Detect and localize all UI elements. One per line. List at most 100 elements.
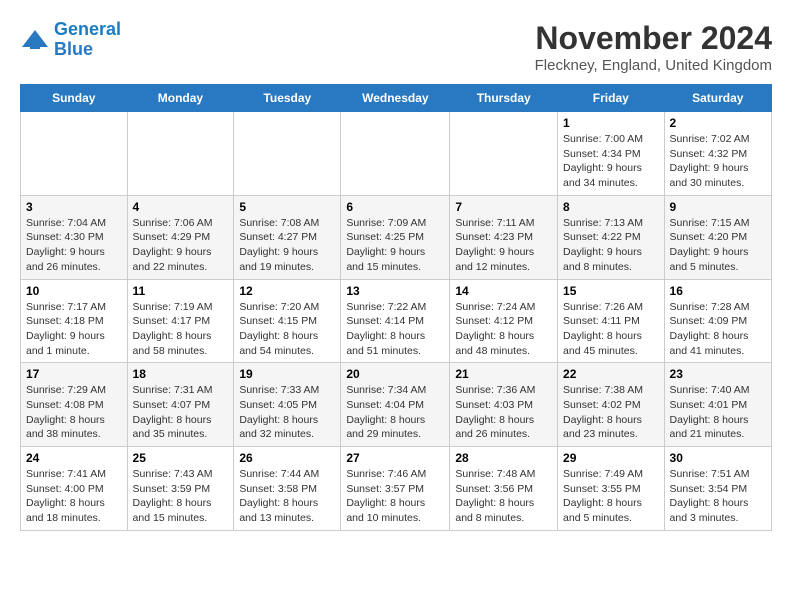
calendar-day-cell: 15Sunrise: 7:26 AM Sunset: 4:11 PM Dayli…	[558, 279, 665, 363]
calendar-week-row: 10 Sunrise: 7:17 AM Sunset: 4:18 PM Dayli…	[21, 279, 772, 363]
calendar-day-cell: 2 Sunrise: 7:02 AM Sunset: 4:32 PM Daylig…	[664, 112, 771, 196]
day-info: Sunrise: 7:48 AM Sunset: 3:56 PM Dayligh…	[455, 467, 552, 526]
calendar-day-cell: 24Sunrise: 7:41 AM Sunset: 4:00 PM Dayli…	[21, 447, 128, 531]
day-info: Sunrise: 7:36 AM Sunset: 4:03 PM Dayligh…	[455, 383, 552, 442]
calendar-day-cell: 26 Sunrise: 7:44 AM Sunset: 3:58 PM Dayli…	[234, 447, 341, 531]
calendar-day-cell: 7 Sunrise: 7:11 AM Sunset: 4:23 PM Daylig…	[450, 195, 558, 279]
day-number: 11	[133, 284, 229, 298]
day-number: 20	[346, 367, 444, 381]
day-info: Sunrise: 7:43 AM Sunset: 3:59 PM Dayligh…	[133, 467, 229, 526]
logo-icon	[20, 25, 50, 55]
calendar-day-cell: 28Sunrise: 7:48 AM Sunset: 3:56 PM Dayli…	[450, 447, 558, 531]
day-number: 27	[346, 451, 444, 465]
calendar-day-cell	[234, 112, 341, 196]
day-number: 5	[239, 200, 335, 214]
calendar-day-cell: 13Sunrise: 7:22 AM Sunset: 4:14 PM Dayli…	[341, 279, 450, 363]
day-info: Sunrise: 7:31 AM Sunset: 4:07 PM Dayligh…	[133, 383, 229, 442]
calendar-day-cell: 27 Sunrise: 7:46 AM Sunset: 3:57 PM Dayli…	[341, 447, 450, 531]
day-number: 2	[670, 116, 766, 130]
day-number: 12	[239, 284, 335, 298]
day-info: Sunrise: 7:13 AM Sunset: 4:22 PM Dayligh…	[563, 216, 659, 275]
day-number: 22	[563, 367, 659, 381]
day-number: 8	[563, 200, 659, 214]
day-info: Sunrise: 7:24 AM Sunset: 4:12 PM Dayligh…	[455, 300, 552, 359]
day-info: Sunrise: 7:51 AM Sunset: 3:54 PM Dayligh…	[670, 467, 766, 526]
calendar-day-cell: 19 Sunrise: 7:33 AM Sunset: 4:05 PM Dayli…	[234, 363, 341, 447]
day-info: Sunrise: 7:20 AM Sunset: 4:15 PM Dayligh…	[239, 300, 335, 359]
calendar-day-cell: 20 Sunrise: 7:34 AM Sunset: 4:04 PM Dayli…	[341, 363, 450, 447]
day-number: 10	[26, 284, 122, 298]
calendar-body: 1 Sunrise: 7:00 AM Sunset: 4:34 PM Daylig…	[21, 112, 772, 531]
calendar-day-cell: 21 Sunrise: 7:36 AM Sunset: 4:03 PM Dayli…	[450, 363, 558, 447]
calendar-header: SundayMondayTuesdayWednesdayThursdayFrid…	[21, 85, 772, 112]
day-info: Sunrise: 7:26 AM Sunset: 4:11 PM Dayligh…	[563, 300, 659, 359]
day-number: 21	[455, 367, 552, 381]
calendar-week-row: 24Sunrise: 7:41 AM Sunset: 4:00 PM Dayli…	[21, 447, 772, 531]
day-info: Sunrise: 7:34 AM Sunset: 4:04 PM Dayligh…	[346, 383, 444, 442]
calendar-day-cell: 23 Sunrise: 7:40 AM Sunset: 4:01 PM Dayli…	[664, 363, 771, 447]
day-info: Sunrise: 7:06 AM Sunset: 4:29 PM Dayligh…	[133, 216, 229, 275]
calendar-table: SundayMondayTuesdayWednesdayThursdayFrid…	[20, 84, 772, 531]
day-info: Sunrise: 7:09 AM Sunset: 4:25 PM Dayligh…	[346, 216, 444, 275]
day-number: 25	[133, 451, 229, 465]
day-info: Sunrise: 7:17 AM Sunset: 4:18 PM Dayligh…	[26, 300, 122, 359]
logo-line2: Blue	[54, 39, 93, 59]
weekday-header: Saturday	[664, 85, 771, 112]
calendar-day-cell: 11 Sunrise: 7:19 AM Sunset: 4:17 PM Dayli…	[127, 279, 234, 363]
day-info: Sunrise: 7:49 AM Sunset: 3:55 PM Dayligh…	[563, 467, 659, 526]
weekday-header: Tuesday	[234, 85, 341, 112]
weekday-header: Friday	[558, 85, 665, 112]
day-info: Sunrise: 7:29 AM Sunset: 4:08 PM Dayligh…	[26, 383, 122, 442]
day-info: Sunrise: 7:02 AM Sunset: 4:32 PM Dayligh…	[670, 132, 766, 191]
day-number: 26	[239, 451, 335, 465]
calendar-day-cell	[450, 112, 558, 196]
day-info: Sunrise: 7:46 AM Sunset: 3:57 PM Dayligh…	[346, 467, 444, 526]
calendar-day-cell: 10 Sunrise: 7:17 AM Sunset: 4:18 PM Dayli…	[21, 279, 128, 363]
day-info: Sunrise: 7:41 AM Sunset: 4:00 PM Dayligh…	[26, 467, 122, 526]
calendar-day-cell: 5 Sunrise: 7:08 AM Sunset: 4:27 PM Daylig…	[234, 195, 341, 279]
calendar-day-cell: 25 Sunrise: 7:43 AM Sunset: 3:59 PM Dayli…	[127, 447, 234, 531]
day-number: 18	[133, 367, 229, 381]
day-info: Sunrise: 7:00 AM Sunset: 4:34 PM Dayligh…	[563, 132, 659, 191]
calendar-day-cell: 29Sunrise: 7:49 AM Sunset: 3:55 PM Dayli…	[558, 447, 665, 531]
day-info: Sunrise: 7:19 AM Sunset: 4:17 PM Dayligh…	[133, 300, 229, 359]
day-info: Sunrise: 7:22 AM Sunset: 4:14 PM Dayligh…	[346, 300, 444, 359]
calendar-day-cell: 14Sunrise: 7:24 AM Sunset: 4:12 PM Dayli…	[450, 279, 558, 363]
day-number: 19	[239, 367, 335, 381]
weekday-header: Sunday	[21, 85, 128, 112]
day-info: Sunrise: 7:38 AM Sunset: 4:02 PM Dayligh…	[563, 383, 659, 442]
location: Fleckney, England, United Kingdom	[535, 57, 772, 74]
calendar-day-cell: 8 Sunrise: 7:13 AM Sunset: 4:22 PM Daylig…	[558, 195, 665, 279]
calendar-day-cell: 17 Sunrise: 7:29 AM Sunset: 4:08 PM Dayli…	[21, 363, 128, 447]
day-number: 17	[26, 367, 122, 381]
day-info: Sunrise: 7:33 AM Sunset: 4:05 PM Dayligh…	[239, 383, 335, 442]
weekday-row: SundayMondayTuesdayWednesdayThursdayFrid…	[21, 85, 772, 112]
calendar-day-cell: 3Sunrise: 7:04 AM Sunset: 4:30 PM Daylig…	[21, 195, 128, 279]
calendar-week-row: 1 Sunrise: 7:00 AM Sunset: 4:34 PM Daylig…	[21, 112, 772, 196]
calendar-day-cell: 1 Sunrise: 7:00 AM Sunset: 4:34 PM Daylig…	[558, 112, 665, 196]
calendar-day-cell	[341, 112, 450, 196]
day-number: 16	[670, 284, 766, 298]
weekday-header: Thursday	[450, 85, 558, 112]
calendar-week-row: 3Sunrise: 7:04 AM Sunset: 4:30 PM Daylig…	[21, 195, 772, 279]
day-number: 6	[346, 200, 444, 214]
day-info: Sunrise: 7:15 AM Sunset: 4:20 PM Dayligh…	[670, 216, 766, 275]
day-info: Sunrise: 7:11 AM Sunset: 4:23 PM Dayligh…	[455, 216, 552, 275]
calendar-day-cell: 18 Sunrise: 7:31 AM Sunset: 4:07 PM Dayli…	[127, 363, 234, 447]
calendar-day-cell: 6 Sunrise: 7:09 AM Sunset: 4:25 PM Daylig…	[341, 195, 450, 279]
logo: General Blue	[20, 20, 121, 60]
header: General Blue November 2024 Fleckney, Eng…	[20, 20, 772, 74]
calendar-week-row: 17 Sunrise: 7:29 AM Sunset: 4:08 PM Dayli…	[21, 363, 772, 447]
day-info: Sunrise: 7:44 AM Sunset: 3:58 PM Dayligh…	[239, 467, 335, 526]
day-info: Sunrise: 7:08 AM Sunset: 4:27 PM Dayligh…	[239, 216, 335, 275]
day-info: Sunrise: 7:40 AM Sunset: 4:01 PM Dayligh…	[670, 383, 766, 442]
logo-text: General Blue	[54, 20, 121, 60]
day-number: 4	[133, 200, 229, 214]
day-number: 7	[455, 200, 552, 214]
day-number: 23	[670, 367, 766, 381]
day-number: 1	[563, 116, 659, 130]
logo-line1: General	[54, 19, 121, 39]
calendar-day-cell: 30Sunrise: 7:51 AM Sunset: 3:54 PM Dayli…	[664, 447, 771, 531]
month-title: November 2024	[535, 20, 772, 57]
weekday-header: Monday	[127, 85, 234, 112]
